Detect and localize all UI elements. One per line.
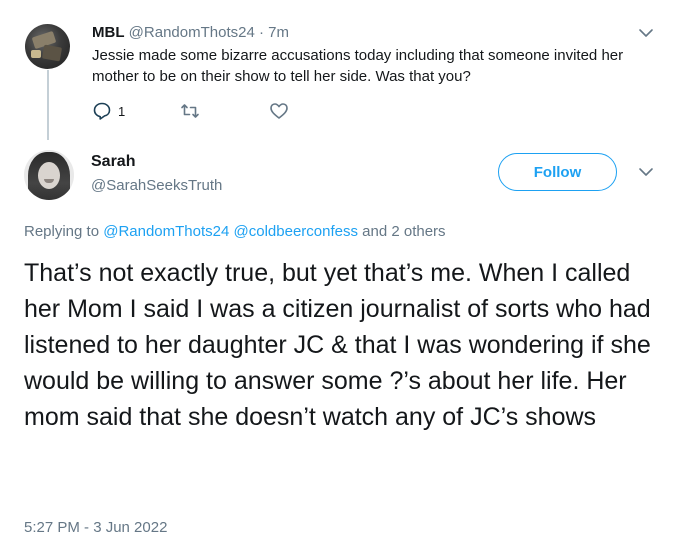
user-handle[interactable]: @RandomThots24 xyxy=(129,24,255,41)
reply-icon xyxy=(93,102,111,120)
retweet-button[interactable] xyxy=(180,101,200,121)
parent-tweet-header: MBL @RandomThots24 · 7m xyxy=(92,24,289,41)
display-name[interactable]: MBL xyxy=(92,24,125,41)
thread-connector-line xyxy=(47,70,49,140)
user-handle[interactable]: @SarahSeeksTruth xyxy=(91,177,222,194)
mention-link[interactable]: @coldbeerconfess xyxy=(234,223,358,240)
like-button[interactable] xyxy=(269,101,289,121)
main-tweet-text: That’s not exactly true, but yet that’s … xyxy=(24,259,651,431)
replying-prefix: Replying to xyxy=(24,223,100,240)
chevron-down-icon[interactable] xyxy=(637,163,655,181)
reply-button[interactable]: 1 xyxy=(92,101,125,121)
retweet-icon xyxy=(181,104,199,118)
tweet-time[interactable]: 7m xyxy=(268,24,289,41)
parent-tweet-text: Jessie made some bizarre accusations tod… xyxy=(92,47,624,85)
avatar[interactable] xyxy=(25,24,70,69)
replying-suffix[interactable]: and 2 others xyxy=(362,223,445,240)
replying-to-line: Replying to @RandomThots24 @coldbeerconf… xyxy=(24,223,446,240)
reply-count: 1 xyxy=(118,103,126,119)
avatar[interactable] xyxy=(24,150,74,200)
like-icon xyxy=(270,103,288,119)
tweet-timestamp[interactable]: 5:27 PM - 3 Jun 2022 xyxy=(24,519,167,536)
follow-button[interactable]: Follow xyxy=(498,153,617,191)
display-name[interactable]: Sarah xyxy=(91,153,135,171)
chevron-down-icon[interactable] xyxy=(637,24,655,42)
separator-dot: · xyxy=(258,24,264,41)
mention-link[interactable]: @RandomThots24 xyxy=(103,223,229,240)
